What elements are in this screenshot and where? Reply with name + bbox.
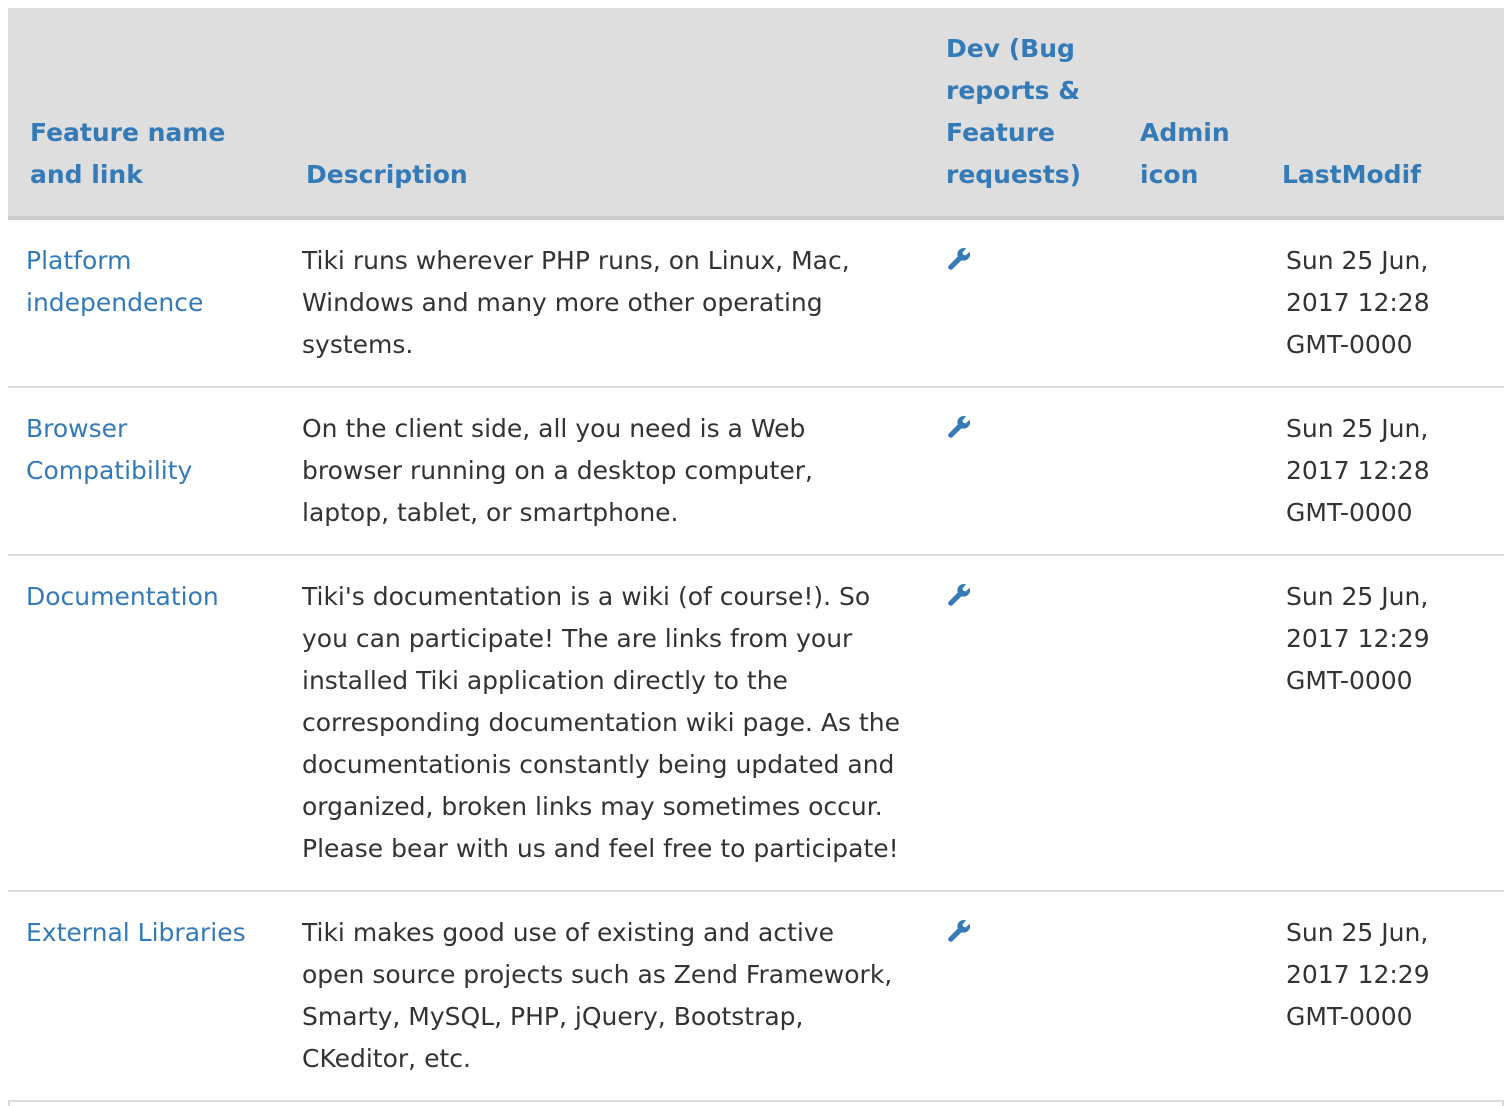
table-row: Browser Compatibility On the client side… (8, 387, 1504, 555)
feature-name-cell: Documentation (8, 555, 284, 891)
description-cell: Tiki's documentation is a wiki (of cours… (284, 555, 924, 891)
header-dev[interactable]: Dev (Bug reports & Feature requests) (924, 8, 1118, 220)
table-body: Platform independence Tiki runs wherever… (8, 218, 1504, 1101)
wrench-icon[interactable] (946, 414, 974, 442)
table-row: Documentation Tiki's documentation is a … (8, 555, 1504, 891)
admin-icon-cell (1118, 218, 1260, 387)
feature-link[interactable]: External Libraries (26, 918, 246, 947)
admin-icon-cell (1118, 387, 1260, 555)
admin-icon-cell (1118, 891, 1260, 1101)
header-row: Feature name and link Description Dev (B… (8, 8, 1504, 220)
feature-name-cell: Browser Compatibility (8, 387, 284, 555)
feature-link[interactable]: Browser Compatibility (26, 414, 192, 485)
lastmodif-cell: Sun 25 Jun, 2017 12:28 GMT-0000 (1260, 218, 1504, 387)
dev-cell (924, 891, 1118, 1101)
table-row: Platform independence Tiki runs wherever… (8, 218, 1504, 387)
feature-name-cell: External Libraries (8, 891, 284, 1101)
page: Feature name and link Description Dev (B… (0, 0, 1504, 1106)
feature-link[interactable]: Platform independence (26, 246, 203, 317)
feature-link[interactable]: Documentation (26, 582, 219, 611)
admin-icon-cell (1118, 555, 1260, 891)
header-lastmodif[interactable]: LastModif (1260, 8, 1504, 220)
header-admin-icon[interactable]: Admin icon (1118, 8, 1260, 220)
description-cell: On the client side, all you need is a We… (284, 387, 924, 555)
header-lastmodif-label[interactable]: LastModif (1282, 160, 1421, 189)
wrench-icon[interactable] (946, 246, 974, 274)
table-row: External Libraries Tiki makes good use o… (8, 891, 1504, 1101)
features-table: Feature name and link Description Dev (B… (8, 8, 1504, 1102)
dev-cell (924, 387, 1118, 555)
header-feature-name-label[interactable]: Feature name and link (30, 118, 225, 189)
lastmodif-cell: Sun 25 Jun, 2017 12:29 GMT-0000 (1260, 555, 1504, 891)
description-cell: Tiki runs wherever PHP runs, on Linux, M… (284, 218, 924, 387)
header-description[interactable]: Description (284, 8, 924, 220)
lastmodif-cell: Sun 25 Jun, 2017 12:29 GMT-0000 (1260, 891, 1504, 1101)
header-description-label[interactable]: Description (306, 160, 468, 189)
table-header: Feature name and link Description Dev (B… (8, 8, 1504, 220)
header-admin-icon-label[interactable]: Admin icon (1140, 118, 1230, 189)
lastmodif-cell: Sun 25 Jun, 2017 12:28 GMT-0000 (1260, 387, 1504, 555)
wrench-icon[interactable] (946, 918, 974, 946)
feature-name-cell: Platform independence (8, 218, 284, 387)
header-dev-label[interactable]: Dev (Bug reports & Feature requests) (946, 34, 1081, 189)
wrench-icon[interactable] (946, 582, 974, 610)
header-feature-name[interactable]: Feature name and link (8, 8, 284, 220)
description-cell: Tiki makes good use of existing and acti… (284, 891, 924, 1101)
dev-cell (924, 218, 1118, 387)
dev-cell (924, 555, 1118, 891)
